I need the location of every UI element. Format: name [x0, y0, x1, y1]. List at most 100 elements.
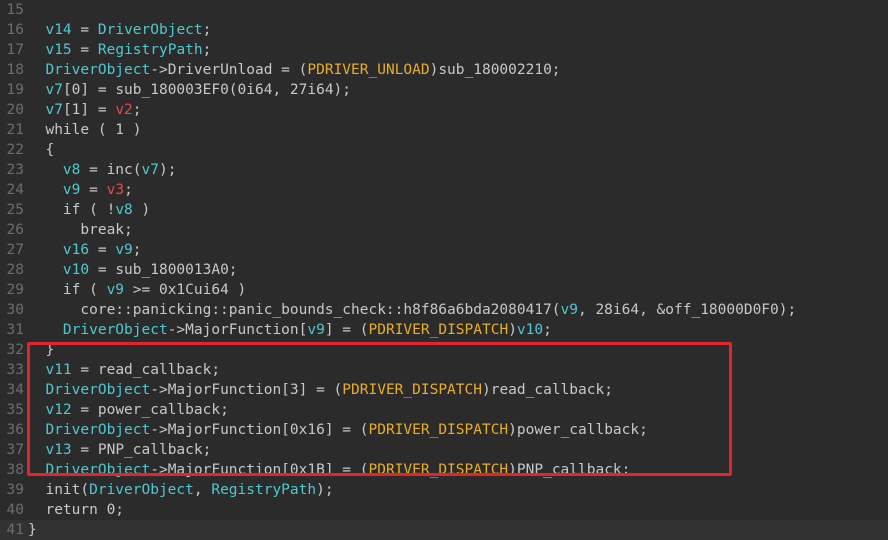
- code-content: DriverObject->MajorFunction[3] = (PDRIVE…: [28, 380, 612, 400]
- code-text: )sub_180002210;: [429, 62, 561, 78]
- identifier-token: v8: [115, 202, 133, 218]
- type-token: PDRIVER_DISPATCH: [368, 322, 509, 338]
- code-line[interactable]: 21 while ( 1 ): [0, 120, 888, 140]
- code-line[interactable]: 19 v7[0] = sub_180003EF0(0i64, 27i64);: [0, 80, 888, 100]
- code-text: ->DriverUnload = (: [150, 62, 308, 78]
- code-line[interactable]: 34 DriverObject->MajorFunction[3] = (PDR…: [0, 380, 888, 400]
- line-number: 29: [6, 282, 24, 298]
- code-text: break;: [28, 222, 133, 238]
- code-text: )PNP_callback;: [508, 462, 631, 478]
- code-text: ;: [132, 102, 142, 118]
- code-content: v16 = v9;: [28, 240, 142, 260]
- code-text: = power_callback;: [71, 402, 229, 418]
- code-line[interactable]: 22 {: [0, 140, 888, 160]
- code-text: );: [158, 162, 177, 178]
- identifier-token: DriverObject: [45, 422, 151, 438]
- line-number: 41: [6, 522, 24, 538]
- identifier-token: v7: [141, 162, 159, 178]
- code-text: ->MajorFunction[3] = (: [150, 382, 343, 398]
- code-text: ->MajorFunction[0x16] = (: [150, 422, 369, 438]
- code-text: , 28i64, &off_18000D0F0);: [577, 302, 797, 318]
- identifier-token: v9: [106, 282, 125, 298]
- line-number: 20: [6, 102, 24, 118]
- code-line[interactable]: 29 if ( v9 >= 0x1Cui64 ): [0, 280, 888, 300]
- code-text: while ( 1 ): [28, 122, 142, 138]
- line-number: 37: [6, 442, 24, 458]
- code-content: v12 = power_callback;: [28, 400, 229, 420]
- code-line[interactable]: 33 v11 = read_callback;: [0, 360, 888, 380]
- code-text: =: [71, 42, 98, 58]
- code-line[interactable]: 17 v15 = RegistryPath;: [0, 40, 888, 60]
- identifier-token: v9: [62, 182, 81, 198]
- line-number: 28: [6, 262, 24, 278]
- code-line[interactable]: 24 v9 = v3;: [0, 180, 888, 200]
- code-line[interactable]: 39 init(DriverObject, RegistryPath);: [0, 480, 888, 500]
- code-text: ;: [543, 322, 552, 338]
- identifier-token: v9: [560, 302, 578, 318]
- code-content: v8 = inc(v7);: [28, 160, 177, 180]
- code-line[interactable]: 32 }: [0, 340, 888, 360]
- code-line[interactable]: 25 if ( !v8 ): [0, 200, 888, 220]
- code-line[interactable]: 38 DriverObject->MajorFunction[0x1B] = (…: [0, 460, 888, 480]
- identifier-token: v14: [45, 22, 72, 38]
- code-content: DriverObject->DriverUnload = (PDRIVER_UN…: [28, 60, 561, 80]
- code-line[interactable]: 23 v8 = inc(v7);: [0, 160, 888, 180]
- code-line[interactable]: 28 v10 = sub_1800013A0;: [0, 260, 888, 280]
- code-content: if ( v9 >= 0x1Cui64 ): [28, 280, 246, 300]
- identifier-token: v12: [45, 402, 72, 418]
- code-text: if ( !: [28, 202, 116, 218]
- line-number: 17: [6, 42, 24, 58]
- type-token: PDRIVER_DISPATCH: [368, 422, 509, 438]
- code-content: while ( 1 ): [28, 120, 142, 140]
- code-content: v13 = PNP_callback;: [28, 440, 211, 460]
- identifier-token: v7: [45, 102, 63, 118]
- code-line[interactable]: 30 core::panicking::panic_bounds_check::…: [0, 300, 888, 320]
- type-token: PDRIVER_DISPATCH: [342, 382, 482, 398]
- code-content: v14 = DriverObject;: [28, 20, 211, 40]
- code-line[interactable]: 35 v12 = power_callback;: [0, 400, 888, 420]
- code-content: return 0;: [28, 500, 124, 520]
- code-line[interactable]: 41}: [0, 520, 888, 540]
- code-content: }: [28, 340, 54, 360]
- line-number: 30: [6, 302, 24, 318]
- code-line[interactable]: 26 break;: [0, 220, 888, 240]
- code-text: ->MajorFunction[0x1B] = (: [150, 462, 369, 478]
- line-number: 16: [6, 22, 24, 38]
- code-line[interactable]: 16 v14 = DriverObject;: [0, 20, 888, 40]
- code-line[interactable]: 15: [0, 0, 888, 20]
- line-number: 39: [6, 482, 24, 498]
- code-text: ] = (: [324, 322, 369, 338]
- line-number: 31: [6, 322, 24, 338]
- line-number: 36: [6, 422, 24, 438]
- code-line[interactable]: 27 v16 = v9;: [0, 240, 888, 260]
- code-line[interactable]: 40 return 0;: [0, 500, 888, 520]
- code-line[interactable]: 36 DriverObject->MajorFunction[0x16] = (…: [0, 420, 888, 440]
- code-line[interactable]: 18 DriverObject->DriverUnload = (PDRIVER…: [0, 60, 888, 80]
- code-line[interactable]: 20 v7[1] = v2;: [0, 100, 888, 120]
- identifier-token: v16: [62, 242, 90, 258]
- code-content: DriverObject->MajorFunction[0x1B] = (PDR…: [28, 460, 630, 480]
- code-line[interactable]: 37 v13 = PNP_callback;: [0, 440, 888, 460]
- code-text: init(: [28, 482, 90, 498]
- code-content: break;: [28, 220, 133, 240]
- code-content: v7[1] = v2;: [28, 100, 142, 120]
- identifier-token: v9: [307, 322, 325, 338]
- highlighted-variable-token: v2: [115, 102, 133, 118]
- code-editor[interactable]: 15 16 v14 = DriverObject; 17 v15 = Registr…: [0, 0, 888, 540]
- code-content: DriverObject->MajorFunction[v9] = (PDRIV…: [28, 320, 552, 340]
- identifier-token: v15: [45, 42, 72, 58]
- code-text: ;: [124, 182, 133, 198]
- code-line[interactable]: 31 DriverObject->MajorFunction[v9] = (PD…: [0, 320, 888, 340]
- code-text: = sub_1800013A0;: [89, 262, 238, 278]
- line-number: 21: [6, 122, 24, 138]
- code-text: core::panicking::panic_bounds_check::h8f…: [28, 302, 561, 318]
- code-text: )power_callback;: [508, 422, 648, 438]
